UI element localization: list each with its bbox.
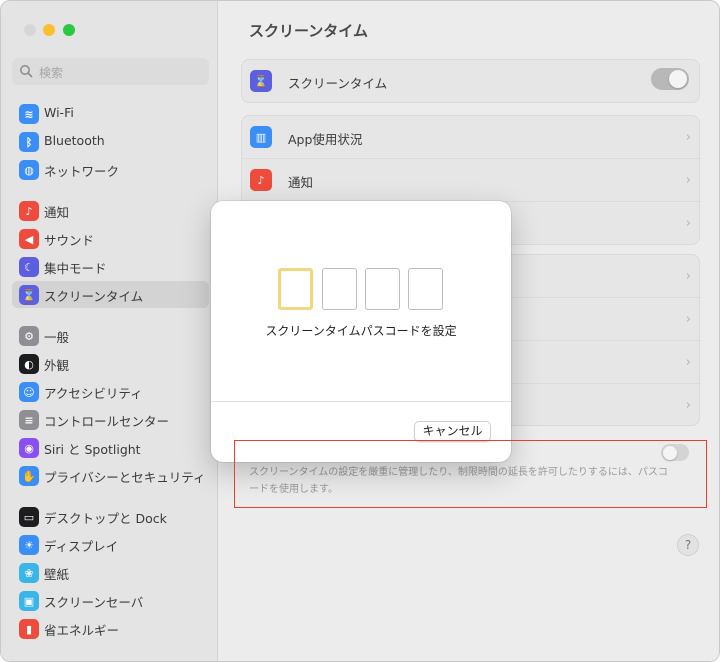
passcode-digit-4[interactable]	[408, 268, 443, 310]
passcode-dialog: スクリーンタイムパスコードを設定 キャンセル	[211, 201, 511, 462]
dialog-divider	[211, 401, 511, 402]
passcode-digit-2[interactable]	[322, 268, 357, 310]
settings-window: 検索 ≋ Wi-Fi ᛒ Bluetooth ◍ ネットワーク ♪ 通知 ◀ サウンド ☾ 集中モード…	[0, 0, 720, 662]
annotation-highlight-box	[234, 440, 707, 508]
passcode-digit-3[interactable]	[365, 268, 400, 310]
passcode-digit-1[interactable]	[278, 268, 313, 310]
dialog-title: スクリーンタイムパスコードを設定	[265, 324, 457, 338]
cancel-button[interactable]: キャンセル	[414, 421, 491, 442]
